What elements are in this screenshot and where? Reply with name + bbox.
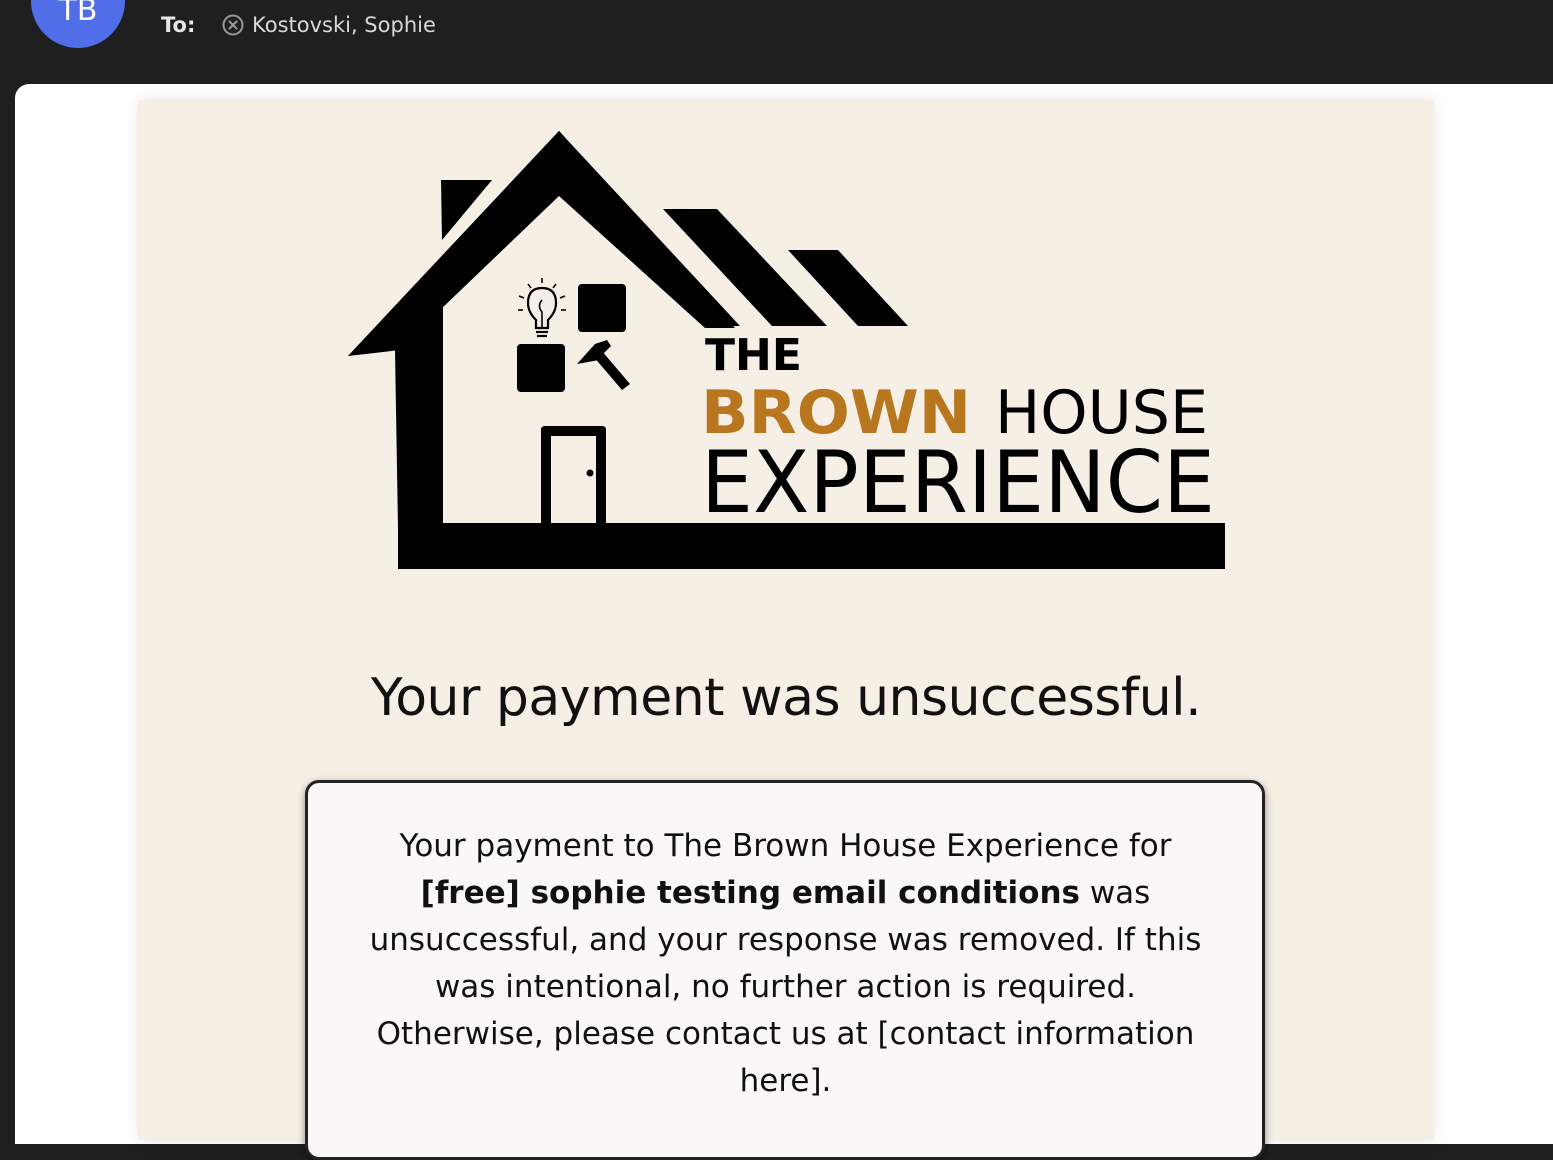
recipient-name: Kostovski, Sophie: [252, 13, 436, 37]
remove-recipient-icon[interactable]: [222, 14, 244, 36]
logo-word-experience: EXPERIENCE: [701, 433, 1215, 533]
lightbulb-icon: [518, 278, 566, 338]
event-name: [free] sophie testing email conditions: [420, 875, 1080, 911]
payment-status-heading: Your payment was unsuccessful.: [370, 668, 1202, 728]
message-card: Your payment to The Brown House Experien…: [305, 780, 1265, 1160]
avatar-initials: TB: [58, 0, 98, 28]
brand-wordmark: THE BROWN HOUSE EXPERIENCE: [701, 330, 1215, 533]
hammer-icon: [577, 340, 630, 390]
message-text: Your payment to The Brown House Experien…: [358, 823, 1213, 1105]
to-label: To:: [161, 13, 196, 37]
brown-house-logo: THE BROWN HOUSE EXPERIENCE: [348, 131, 1225, 569]
email-header: TB To: Kostovski, Sophie: [0, 0, 1553, 84]
logo-word-the: THE: [705, 330, 802, 381]
sender-avatar[interactable]: TB: [31, 0, 125, 48]
message-intro: Your payment to The Brown House Experien…: [399, 828, 1172, 864]
recipient-chip[interactable]: Kostovski, Sophie: [222, 13, 436, 37]
